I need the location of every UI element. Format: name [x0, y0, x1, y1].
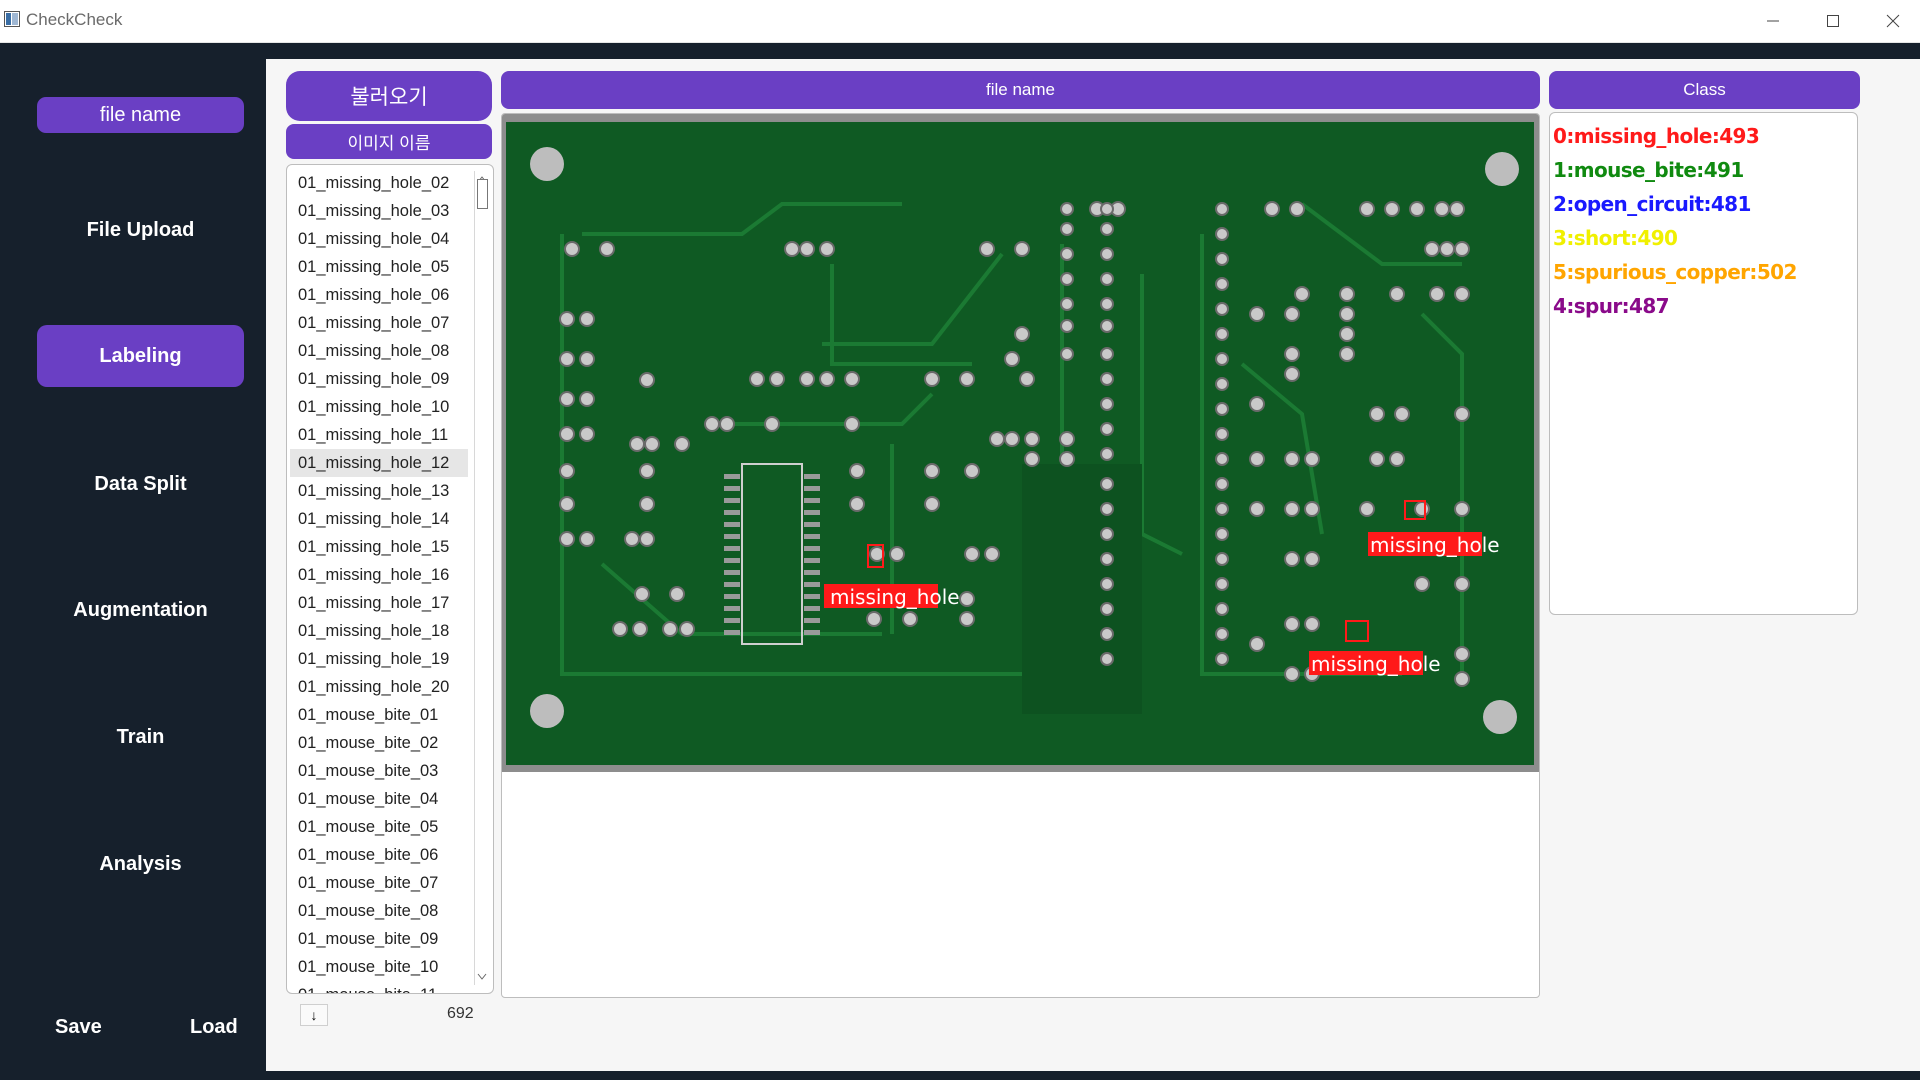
close-icon: [1886, 14, 1900, 28]
minimize-icon: [1767, 20, 1779, 22]
list-scrollbar[interactable]: [474, 171, 489, 985]
sidebar-item-train[interactable]: Train: [37, 718, 244, 756]
list-item[interactable]: 01_missing_hole_03: [290, 197, 468, 225]
list-item[interactable]: 01_mouse_bite_02: [290, 729, 468, 757]
list-item[interactable]: 01_missing_hole_04: [290, 225, 468, 253]
list-item[interactable]: 01_missing_hole_09: [290, 365, 468, 393]
image-count: 692: [447, 1005, 474, 1022]
class-item[interactable]: 5:spurious_copper:502: [1550, 255, 1857, 289]
image-list[interactable]: 01_missing_hole_02 01_missing_hole_03 01_m…: [286, 164, 494, 994]
class-item[interactable]: 3:short:490: [1550, 221, 1857, 255]
list-item[interactable]: 01_missing_hole_02: [290, 169, 468, 197]
image-list-header: 이미지 이름: [286, 124, 492, 159]
class-item[interactable]: 1:mouse_bite:491: [1550, 153, 1857, 187]
list-item[interactable]: 01_missing_hole_14: [290, 505, 468, 533]
list-item[interactable]: 01_missing_hole_15: [290, 533, 468, 561]
maximize-button[interactable]: [1803, 0, 1863, 42]
list-item[interactable]: 01_mouse_bite_09: [290, 925, 468, 953]
annotation-label: missing_hole: [1370, 533, 1500, 557]
viewer-file-name: file name: [501, 71, 1540, 109]
import-images-button[interactable]: 불러오기: [286, 71, 492, 121]
sidebar-item-labeling[interactable]: Labeling: [37, 325, 244, 387]
close-button[interactable]: [1863, 0, 1920, 42]
list-item[interactable]: 01_mouse_bite_10: [290, 953, 468, 981]
list-item[interactable]: 01_missing_hole_20: [290, 673, 468, 701]
list-item[interactable]: 01_missing_hole_18: [290, 617, 468, 645]
list-item[interactable]: 01_mouse_bite_07: [290, 869, 468, 897]
list-item[interactable]: 01_missing_hole_13: [290, 477, 468, 505]
sidebar: file name File Upload Labeling Data Spli…: [0, 43, 265, 1080]
app-icon: [4, 11, 20, 27]
sidebar-item-analysis[interactable]: Analysis: [37, 845, 244, 883]
sidebar-item-data-split[interactable]: Data Split: [37, 465, 244, 503]
class-item[interactable]: 2:open_circuit:481: [1550, 187, 1857, 221]
list-item[interactable]: 01_missing_hole_08: [290, 337, 468, 365]
pcb-image: missing_hole missing_hole missing_hole: [502, 114, 1539, 772]
list-item[interactable]: 01_mouse_bite_06: [290, 841, 468, 869]
list-item[interactable]: 01_missing_hole_07: [290, 309, 468, 337]
maximize-icon: [1827, 15, 1839, 27]
sidebar-item-file-upload[interactable]: File Upload: [37, 211, 244, 249]
sidebar-item-augmentation[interactable]: Augmentation: [37, 591, 244, 629]
list-item[interactable]: 01_mouse_bite_05: [290, 813, 468, 841]
title-bar: CheckCheck: [0, 0, 1920, 43]
minimize-button[interactable]: [1743, 0, 1803, 42]
list-item[interactable]: 01_missing_hole_11: [290, 421, 468, 449]
scroll-thumb[interactable]: [477, 179, 488, 209]
class-list[interactable]: 0:missing_hole:493 1:mouse_bite:491 2:open…: [1549, 112, 1858, 615]
load-button[interactable]: Load: [190, 1016, 238, 1039]
list-item[interactable]: 01_mouse_bite_08: [290, 897, 468, 925]
list-item[interactable]: 01_missing_hole_10: [290, 393, 468, 421]
list-item[interactable]: 01_mouse_bite_11: [290, 981, 468, 993]
class-panel-header: Class: [1549, 71, 1860, 109]
scroll-down-icon[interactable]: [475, 969, 489, 983]
list-item[interactable]: 01_mouse_bite_04: [290, 785, 468, 813]
class-item[interactable]: 0:missing_hole:493: [1550, 119, 1857, 153]
list-item[interactable]: 01_mouse_bite_03: [290, 757, 468, 785]
list-item[interactable]: 01_missing_hole_12: [290, 449, 468, 477]
scroll-to-bottom-button[interactable]: ↓: [300, 1004, 328, 1026]
annotation-label: missing_hole: [830, 585, 960, 609]
image-viewer[interactable]: missing_hole missing_hole missing_hole: [501, 113, 1540, 998]
list-item[interactable]: 01_missing_hole_19: [290, 645, 468, 673]
list-item[interactable]: 01_missing_hole_17: [290, 589, 468, 617]
list-item[interactable]: 01_missing_hole_06: [290, 281, 468, 309]
window-title: CheckCheck: [26, 10, 123, 29]
list-item[interactable]: 01_mouse_bite_01: [290, 701, 468, 729]
file-name-badge: file name: [37, 97, 244, 133]
save-button[interactable]: Save: [55, 1016, 102, 1039]
list-item[interactable]: 01_missing_hole_16: [290, 561, 468, 589]
annotation-label: missing_hole: [1311, 652, 1441, 676]
list-item[interactable]: 01_missing_hole_05: [290, 253, 468, 281]
class-item[interactable]: 4:spur:487: [1550, 289, 1857, 323]
